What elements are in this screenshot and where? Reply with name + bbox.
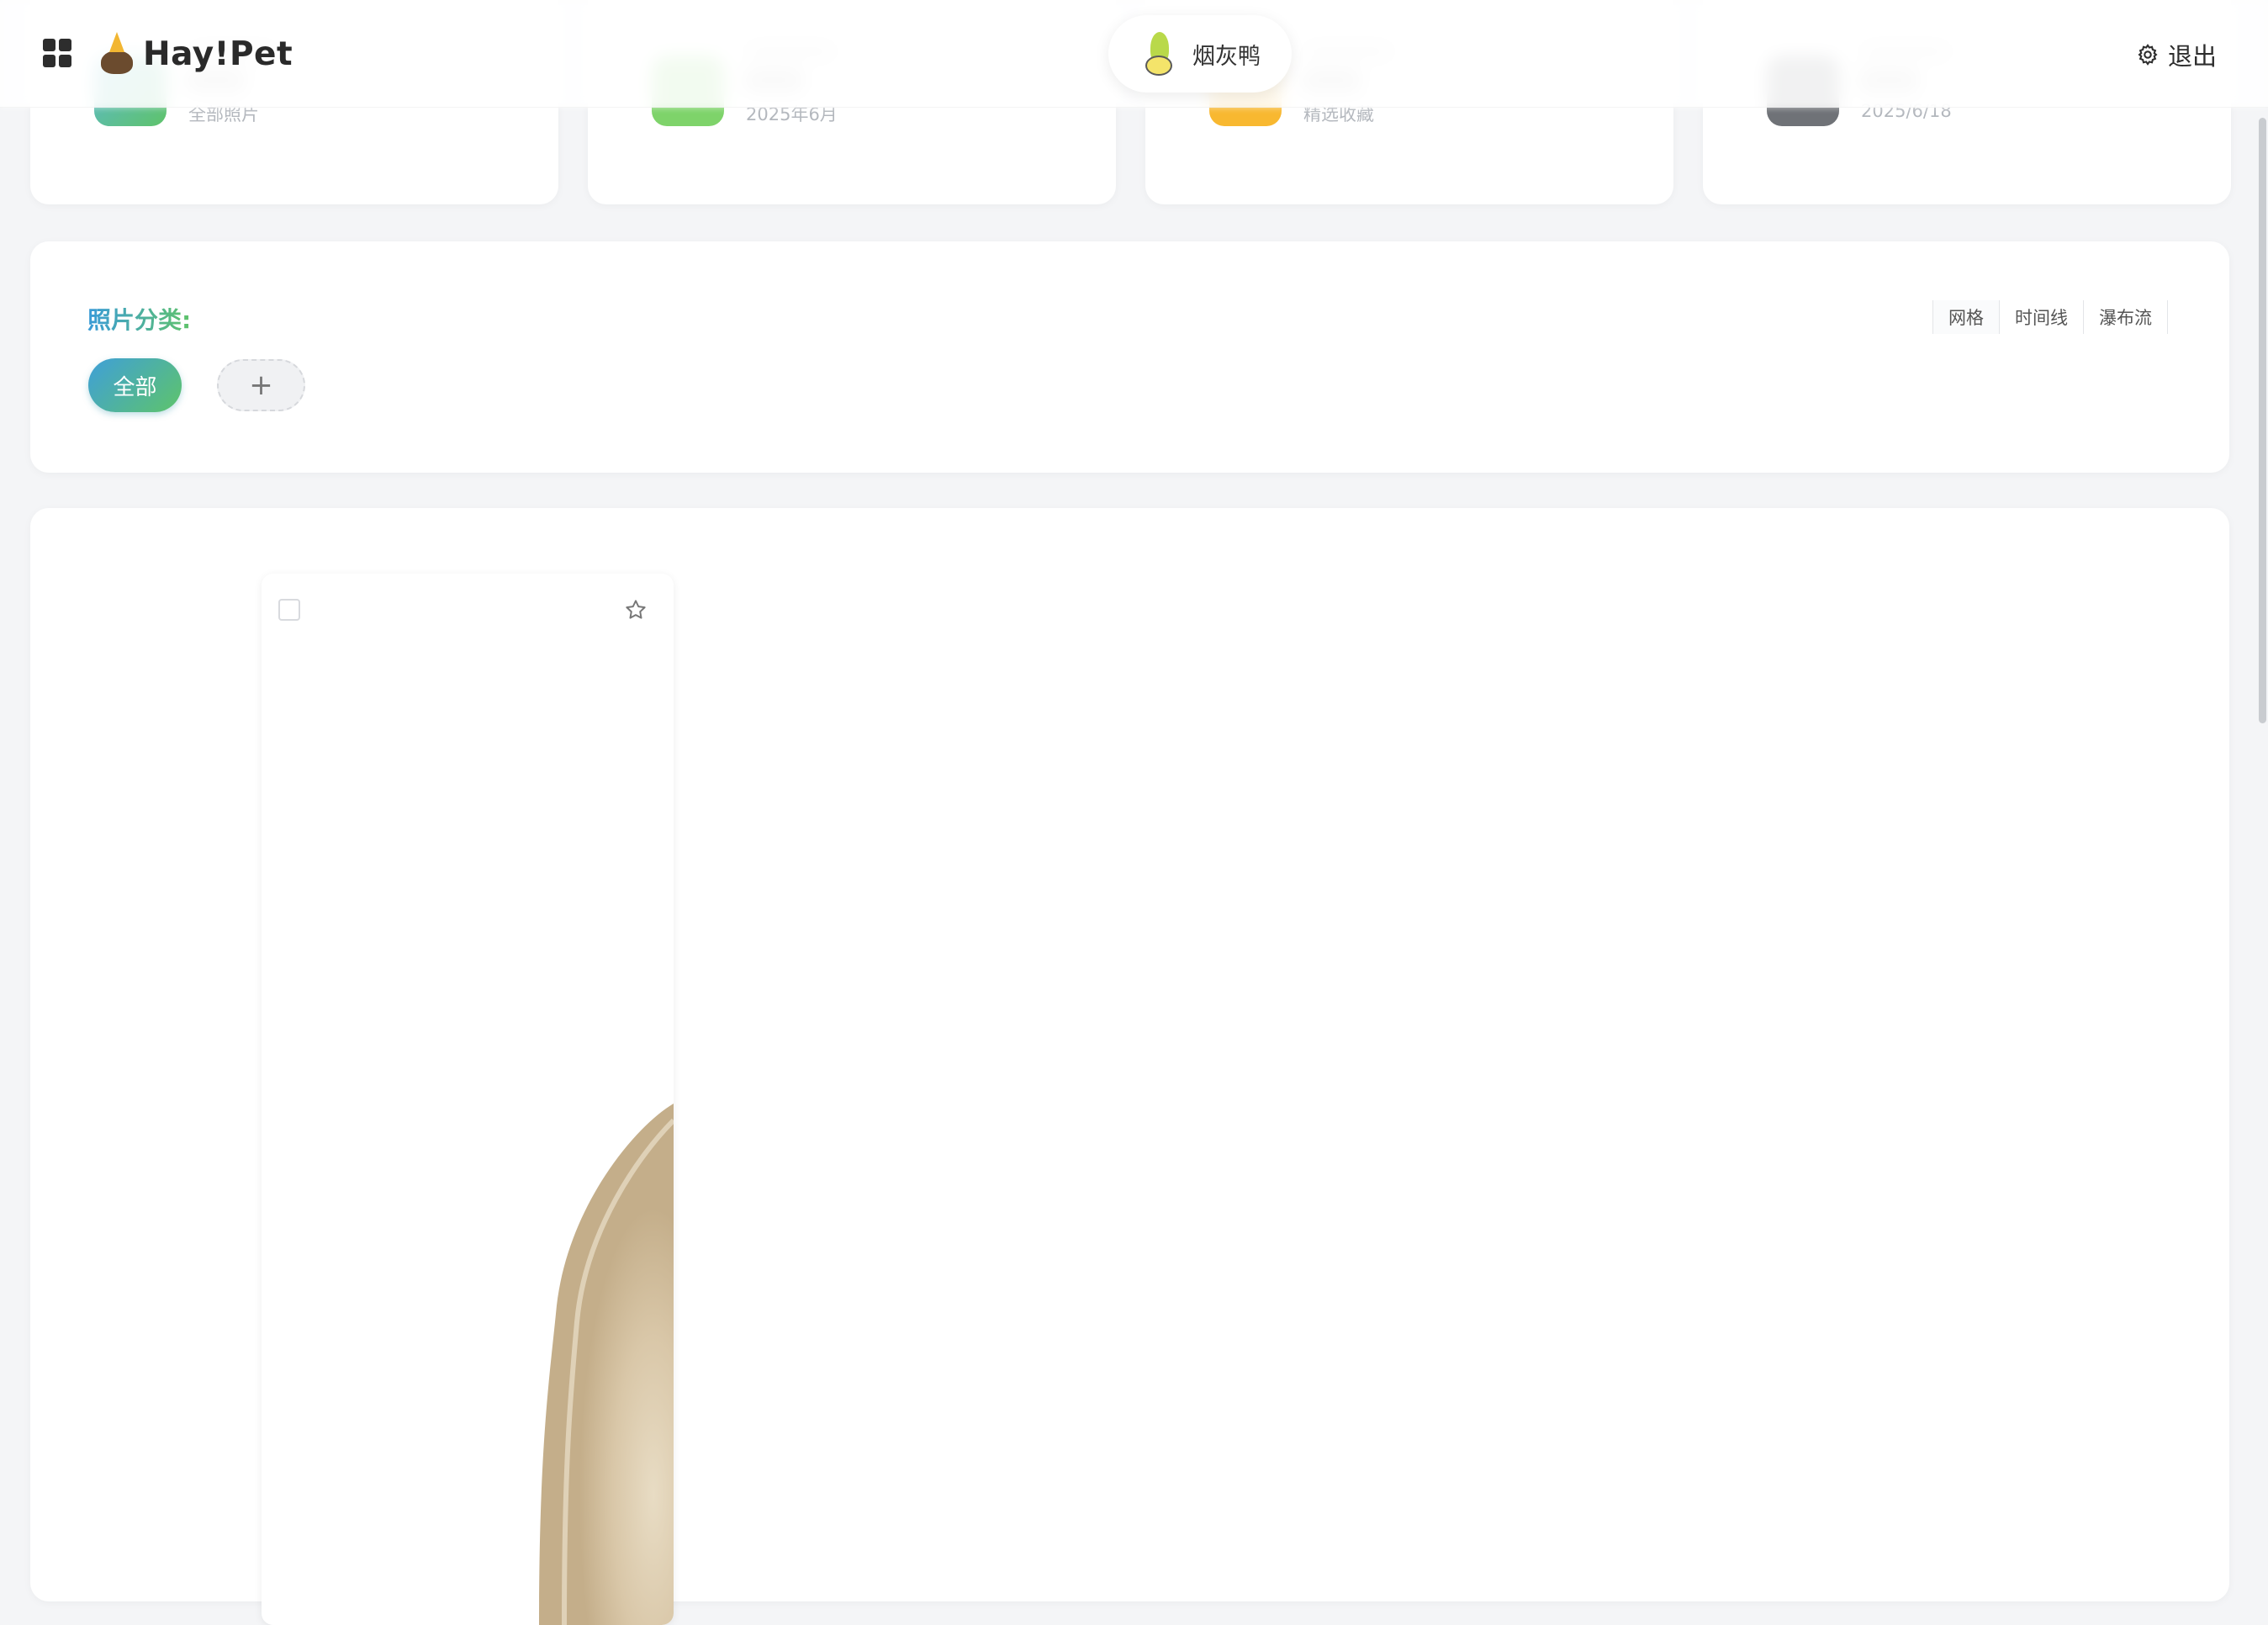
user-menu[interactable]: 烟灰鸭 — [1108, 15, 1292, 93]
star-icon[interactable] — [623, 597, 648, 622]
photo-select-checkbox[interactable] — [278, 599, 300, 621]
view-mode-timeline[interactable]: 时间线 — [1999, 300, 2083, 334]
photo-gallery — [30, 508, 2229, 1625]
view-mode-waterfall[interactable]: 瀑布流 — [2083, 300, 2167, 334]
view-mode-switch: 网格 时间线 瀑布流 — [1932, 300, 2168, 334]
logout-button[interactable]: 退出 — [2136, 37, 2217, 72]
grid-menu-icon[interactable] — [43, 39, 71, 67]
app-logo[interactable]: Hay!Pet — [98, 30, 293, 77]
page-scrollbar-thumb[interactable] — [2259, 118, 2266, 723]
gear-icon — [2138, 44, 2158, 66]
photo-image — [262, 574, 674, 1625]
logo-text: Hay!Pet — [143, 34, 293, 73]
category-chip-all[interactable]: 全部 — [88, 358, 182, 412]
add-category-button[interactable]: + — [217, 359, 305, 411]
user-name: 烟灰鸭 — [1192, 43, 1261, 70]
user-avatar-icon — [1142, 30, 1179, 77]
pet-logo-icon — [98, 32, 135, 76]
logout-label: 退出 — [2168, 42, 2218, 71]
view-mode-grid[interactable]: 网格 — [1933, 300, 1999, 334]
photo-card[interactable] — [262, 574, 674, 1625]
top-header: Hay!Pet 烟灰鸭 退出 — [0, 0, 2268, 108]
category-title: 照片分类: — [87, 302, 191, 336]
category-panel: 照片分类: 全部 + 网格 时间线 瀑布流 — [30, 241, 2229, 473]
